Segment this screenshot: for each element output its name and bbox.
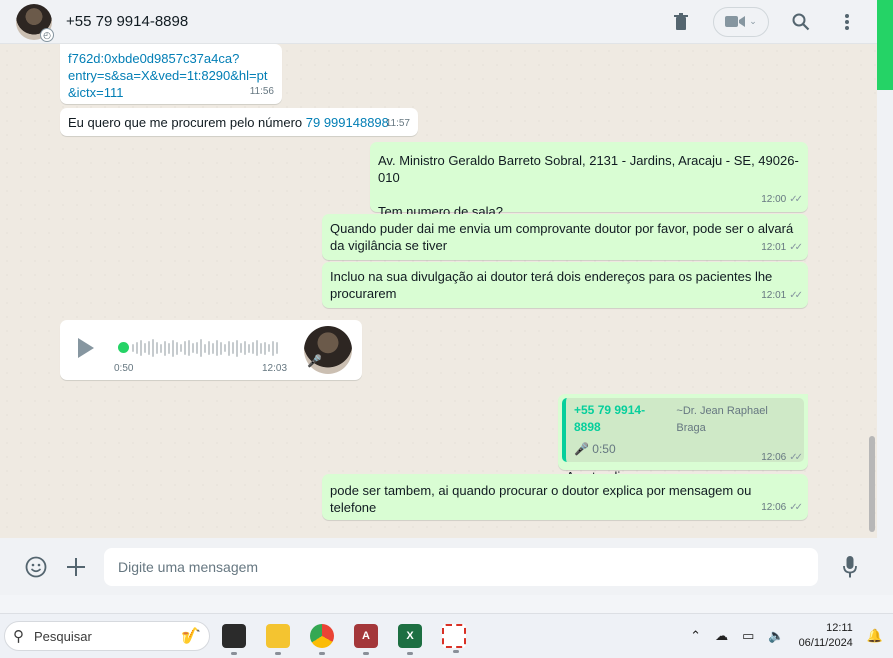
- message-outgoing-reply[interactable]: +55 79 9914-8898 ~Dr. Jean Raphael Braga…: [558, 394, 808, 484]
- access-icon[interactable]: A: [354, 624, 378, 655]
- search-icon: [792, 13, 810, 30]
- taskbar-search[interactable]: ⚲ Pesquisar 🎷: [4, 621, 210, 651]
- cloud-offline-icon[interactable]: ☁: [715, 628, 728, 644]
- video-call-button[interactable]: ⌄: [713, 6, 769, 37]
- emoji-icon: [25, 556, 47, 577]
- notification-bell-icon[interactable]: 🔔: [867, 628, 883, 644]
- video-camera-icon: [725, 16, 746, 27]
- plus-icon: [67, 557, 85, 576]
- task-view-icon[interactable]: [222, 624, 246, 655]
- contact-avatar[interactable]: ◴: [16, 3, 54, 42]
- message-time: 12:01 ✓✓: [761, 287, 803, 304]
- search-icon: ⚲: [13, 628, 24, 645]
- message-outgoing[interactable]: Av. Ministro Geraldo Barreto Sobral, 213…: [370, 142, 808, 219]
- file-explorer-icon[interactable]: [266, 624, 290, 655]
- message-time: 12:01 ✓✓: [761, 239, 803, 256]
- quoted-sender-name: ~Dr. Jean Raphael Braga: [676, 405, 768, 434]
- message-text: Incluo na sua divulgação ai doutor terá …: [330, 269, 773, 301]
- waveform[interactable]: [132, 338, 280, 358]
- double-check-icon: ✓✓: [789, 452, 803, 463]
- taskbar-search-label: Pesquisar: [34, 628, 92, 644]
- window-edge: [877, 90, 893, 595]
- attach-button[interactable]: [56, 547, 96, 587]
- message-outgoing[interactable]: pode ser tambem, ai quando procurar o do…: [322, 474, 808, 520]
- search-button[interactable]: [787, 8, 815, 36]
- quoted-sender-phone: +55 79 9914-8898: [574, 403, 646, 434]
- message-incoming-link[interactable]: f762d:0xbde0d9857c37a4ca? entry=s&sa=X&v…: [60, 44, 282, 104]
- emoji-button[interactable]: [16, 547, 56, 587]
- voice-duration: 0:50: [114, 363, 134, 374]
- taskbar-apps: A X: [222, 624, 466, 655]
- menu-button[interactable]: [833, 8, 861, 36]
- voice-record-button[interactable]: [830, 547, 870, 587]
- contact-name[interactable]: +55 79 9914-8898: [66, 13, 188, 30]
- taskbar: ⚲ Pesquisar 🎷 A X ⌃ ☁ ▭ 🔈 12:11 06/11/20…: [0, 613, 893, 658]
- chevron-down-icon: ⌄: [749, 16, 757, 26]
- clock-time: 12:11: [826, 622, 853, 634]
- message-input[interactable]: [104, 547, 818, 586]
- microphone-icon: [843, 555, 857, 577]
- clock-date: 06/11/2024: [798, 637, 853, 649]
- system-tray: ⌃ ☁ ▭ 🔈 12:11 06/11/2024 🔔: [690, 621, 893, 651]
- play-icon[interactable]: [78, 338, 94, 358]
- message-outgoing[interactable]: Quando puder dai me envia um comprovante…: [322, 214, 808, 260]
- trash-icon: [674, 12, 688, 30]
- message-outgoing[interactable]: Incluo na sua divulgação ai doutor terá …: [322, 262, 808, 308]
- excel-icon[interactable]: X: [398, 624, 422, 655]
- message-text: pode ser tambem, ai quando procurar o do…: [330, 483, 752, 515]
- phone-link[interactable]: 79 999148898: [306, 115, 389, 130]
- header-actions: ⌄: [667, 6, 861, 37]
- speaker-icon[interactable]: 🔈: [768, 628, 784, 644]
- chevron-up-icon[interactable]: ⌃: [690, 628, 701, 644]
- microphone-icon: 🎤: [574, 442, 589, 456]
- snipping-tool-icon[interactable]: [442, 624, 466, 653]
- message-time: 12:06 ✓✓: [761, 499, 803, 516]
- window-bottom-gap: [0, 595, 893, 613]
- scrollbar-thumb[interactable]: [869, 436, 875, 532]
- delete-button[interactable]: [667, 8, 695, 36]
- chrome-icon[interactable]: [310, 624, 334, 655]
- message-incoming[interactable]: Eu quero que me procurem pelo número 79 …: [60, 108, 418, 136]
- message-time: 12:06 ✓✓: [761, 449, 803, 466]
- chat-header: ◴ +55 79 9914-8898 ⌄: [0, 0, 877, 44]
- message-list[interactable]: f762d:0xbde0d9857c37a4ca? entry=s&sa=X&v…: [0, 44, 877, 538]
- message-time: 12:03: [262, 363, 288, 374]
- message-text: Av. Ministro Geraldo Barreto Sobral, 213…: [378, 153, 799, 185]
- double-check-icon: ✓✓: [789, 290, 803, 301]
- playback-position-dot[interactable]: [118, 342, 129, 353]
- message-text: Eu quero que me procurem pelo número: [68, 115, 306, 130]
- kebab-menu-icon: [845, 13, 849, 30]
- message-time: 11:56: [249, 86, 274, 97]
- message-link[interactable]: f762d:0xbde0d9857c37a4ca? entry=s&sa=X&v…: [68, 51, 267, 100]
- microphone-icon: 🎤: [307, 354, 322, 368]
- composer: [0, 538, 893, 595]
- monitor-icon[interactable]: ▭: [742, 628, 754, 644]
- system-clock[interactable]: 12:11 06/11/2024: [799, 621, 853, 651]
- saxophone-icon: 🎷: [181, 628, 201, 645]
- message-text: Quando puder dai me envia um comprovante…: [330, 221, 794, 253]
- voice-message[interactable]: 0:50 12:03 🎤: [60, 320, 362, 380]
- window-edge-accent: [877, 0, 893, 90]
- double-check-icon: ✓✓: [789, 194, 803, 205]
- double-check-icon: ✓✓: [789, 502, 803, 513]
- message-time: 12:00 ✓✓: [761, 191, 803, 208]
- double-check-icon: ✓✓: [789, 242, 803, 253]
- status-clock-icon: ◴: [40, 27, 54, 42]
- message-time: 11:57: [385, 118, 410, 129]
